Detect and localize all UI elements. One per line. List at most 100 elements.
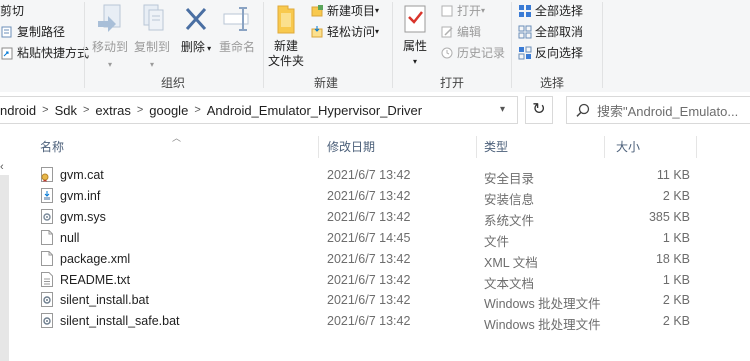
open-button[interactable]: 打开 ▾: [440, 2, 485, 19]
column-divider[interactable]: [696, 136, 697, 158]
breadcrumb-android[interactable]: ndroid: [0, 103, 36, 118]
breadcrumb-separator-icon[interactable]: >: [83, 104, 89, 116]
navigation-pane-scrollbar[interactable]: [0, 175, 9, 361]
file-row[interactable]: gvm.cat 2021/6/7 13:42 安全目录 11 KB: [20, 164, 720, 186]
select-all-icon: [519, 4, 531, 17]
new-folder-label-line2: 文件夹: [267, 54, 304, 68]
file-size: 385 KB: [648, 209, 690, 224]
search-icon: [576, 103, 590, 117]
file-name: silent_install.bat: [60, 293, 149, 308]
select-all-label: 全部选择: [535, 4, 584, 18]
ribbon: 剪切 复制路径 粘贴快捷方式 移动到 ▾ 复制到 ▾ 删除 ▾ 重命名 组织 新…: [0, 0, 750, 93]
ribbon-divider: [602, 2, 603, 88]
delete-button[interactable]: 删除 ▾: [178, 3, 214, 56]
file-size: 1 KB: [662, 230, 690, 245]
breadcrumb-separator-icon[interactable]: >: [194, 104, 200, 116]
search-placeholder: 搜索"Android_Emulato...: [597, 103, 739, 119]
invert-selection-button[interactable]: 反向选择: [518, 44, 583, 61]
breadcrumb-sdk[interactable]: Sdk: [55, 103, 77, 118]
column-divider[interactable]: [604, 136, 605, 158]
paste-shortcut-label: 粘贴快捷方式: [17, 46, 90, 60]
easy-access-button[interactable]: 轻松访问 ▾: [310, 23, 379, 40]
file-modified-date: 2021/6/7 13:42: [327, 168, 411, 182]
history-icon: [441, 47, 453, 58]
column-header-type[interactable]: 类型: [484, 138, 508, 155]
refresh-button[interactable]: ↻: [525, 96, 553, 124]
system-file-icon: [41, 208, 53, 224]
column-divider[interactable]: [476, 136, 477, 158]
select-group-label: 选择: [540, 76, 565, 90]
move-to-icon: [98, 4, 121, 32]
ribbon-divider: [511, 2, 512, 88]
file-modified-date: 2021/6/7 13:42: [327, 251, 411, 266]
file-size: 2 KB: [662, 293, 690, 308]
file-size: 11 KB: [656, 168, 690, 182]
file-modified-date: 2021/6/7 13:42: [327, 314, 411, 329]
file-row[interactable]: null 2021/6/7 14:45 文件 1 KB: [20, 227, 720, 249]
file-row[interactable]: package.xml 2021/6/7 13:42 XML 文档 18 KB: [20, 248, 720, 270]
column-divider[interactable]: [318, 136, 319, 158]
copy-to-label: 复制到: [133, 40, 170, 54]
file-row[interactable]: README.txt 2021/6/7 13:42 文本文档 1 KB: [20, 269, 720, 291]
new-folder-button[interactable]: 新建 文件夹: [267, 3, 305, 69]
open-label: 打开: [457, 4, 482, 18]
setup-info-file-icon: [41, 187, 53, 203]
file-name: gvm.inf: [60, 188, 101, 203]
file-name: null: [60, 230, 80, 245]
paste-shortcut-button[interactable]: 粘贴快捷方式: [0, 44, 89, 61]
address-bar[interactable]: ndroid > Sdk > extras > google > Android…: [0, 96, 518, 124]
catalog-file-icon: [41, 167, 53, 182]
file-size: 2 KB: [662, 314, 690, 329]
ribbon-divider: [84, 2, 85, 88]
column-header-date[interactable]: 修改日期: [327, 138, 375, 155]
file-row[interactable]: silent_install_safe.bat 2021/6/7 13:42 Win…: [20, 310, 720, 332]
copy-path-button[interactable]: 复制路径: [0, 23, 65, 40]
edit-button[interactable]: 编辑: [440, 23, 481, 40]
file-row[interactable]: gvm.inf 2021/6/7 13:42 安装信息 2 KB: [20, 185, 720, 207]
address-bar-area: ndroid > Sdk > extras > google > Android…: [0, 92, 750, 130]
cut-label: 剪切: [0, 4, 25, 18]
open-icon: [441, 5, 453, 16]
paste-shortcut-icon: [1, 47, 13, 59]
select-none-label: 全部取消: [535, 25, 584, 39]
text-file-icon: [41, 271, 53, 287]
breadcrumb-extras[interactable]: extras: [95, 103, 130, 118]
breadcrumb-current-folder[interactable]: Android_Emulator_Hypervisor_Driver: [207, 103, 422, 118]
batch-file-icon: [41, 292, 53, 308]
new-item-button[interactable]: 新建项目 ▾: [310, 2, 379, 19]
file-name: gvm.sys: [60, 209, 106, 224]
open-group-label: 打开: [440, 76, 465, 90]
file-row[interactable]: silent_install.bat 2021/6/7 13:42 Windows …: [20, 289, 720, 311]
properties-icon: [404, 5, 426, 33]
column-header-size[interactable]: 大小: [616, 138, 640, 155]
search-input[interactable]: 搜索"Android_Emulato...: [566, 96, 750, 124]
file-modified-date: 2021/6/7 13:42: [327, 293, 411, 308]
organize-group-label: 组织: [161, 76, 186, 90]
move-to-button[interactable]: 移动到 ▾: [89, 3, 131, 72]
file-name: silent_install_safe.bat: [60, 314, 180, 329]
file-row[interactable]: gvm.sys 2021/6/7 13:42 系统文件 385 KB: [20, 206, 720, 228]
rename-button[interactable]: 重命名: [216, 3, 258, 55]
properties-button[interactable]: 属性 ▾: [398, 3, 432, 69]
properties-label: 属性: [402, 39, 427, 53]
file-name: gvm.cat: [60, 168, 104, 182]
breadcrumb-separator-icon[interactable]: >: [137, 104, 143, 116]
breadcrumb-separator-icon[interactable]: >: [42, 104, 48, 116]
select-none-icon: [518, 25, 532, 38]
file-size: 18 KB: [655, 251, 690, 266]
history-button[interactable]: 历史记录: [440, 44, 505, 61]
cut-button[interactable]: 剪切: [0, 2, 24, 19]
ribbon-divider: [392, 2, 393, 88]
nav-expand-chevron-icon[interactable]: ‹: [0, 161, 4, 173]
copy-to-button[interactable]: 复制到 ▾: [131, 3, 173, 72]
file-modified-date: 2021/6/7 13:42: [327, 272, 411, 287]
xml-file-icon: [41, 250, 53, 266]
new-folder-label-line1: 新建: [273, 39, 298, 53]
select-all-button[interactable]: 全部选择: [518, 2, 583, 19]
breadcrumb-google[interactable]: google: [149, 103, 188, 118]
column-header-name[interactable]: 名称: [40, 138, 64, 155]
address-history-dropdown-icon[interactable]: ▾: [500, 104, 505, 115]
select-none-button[interactable]: 全部取消: [518, 23, 583, 40]
edit-icon: [441, 26, 453, 37]
batch-file-icon: [41, 313, 53, 329]
